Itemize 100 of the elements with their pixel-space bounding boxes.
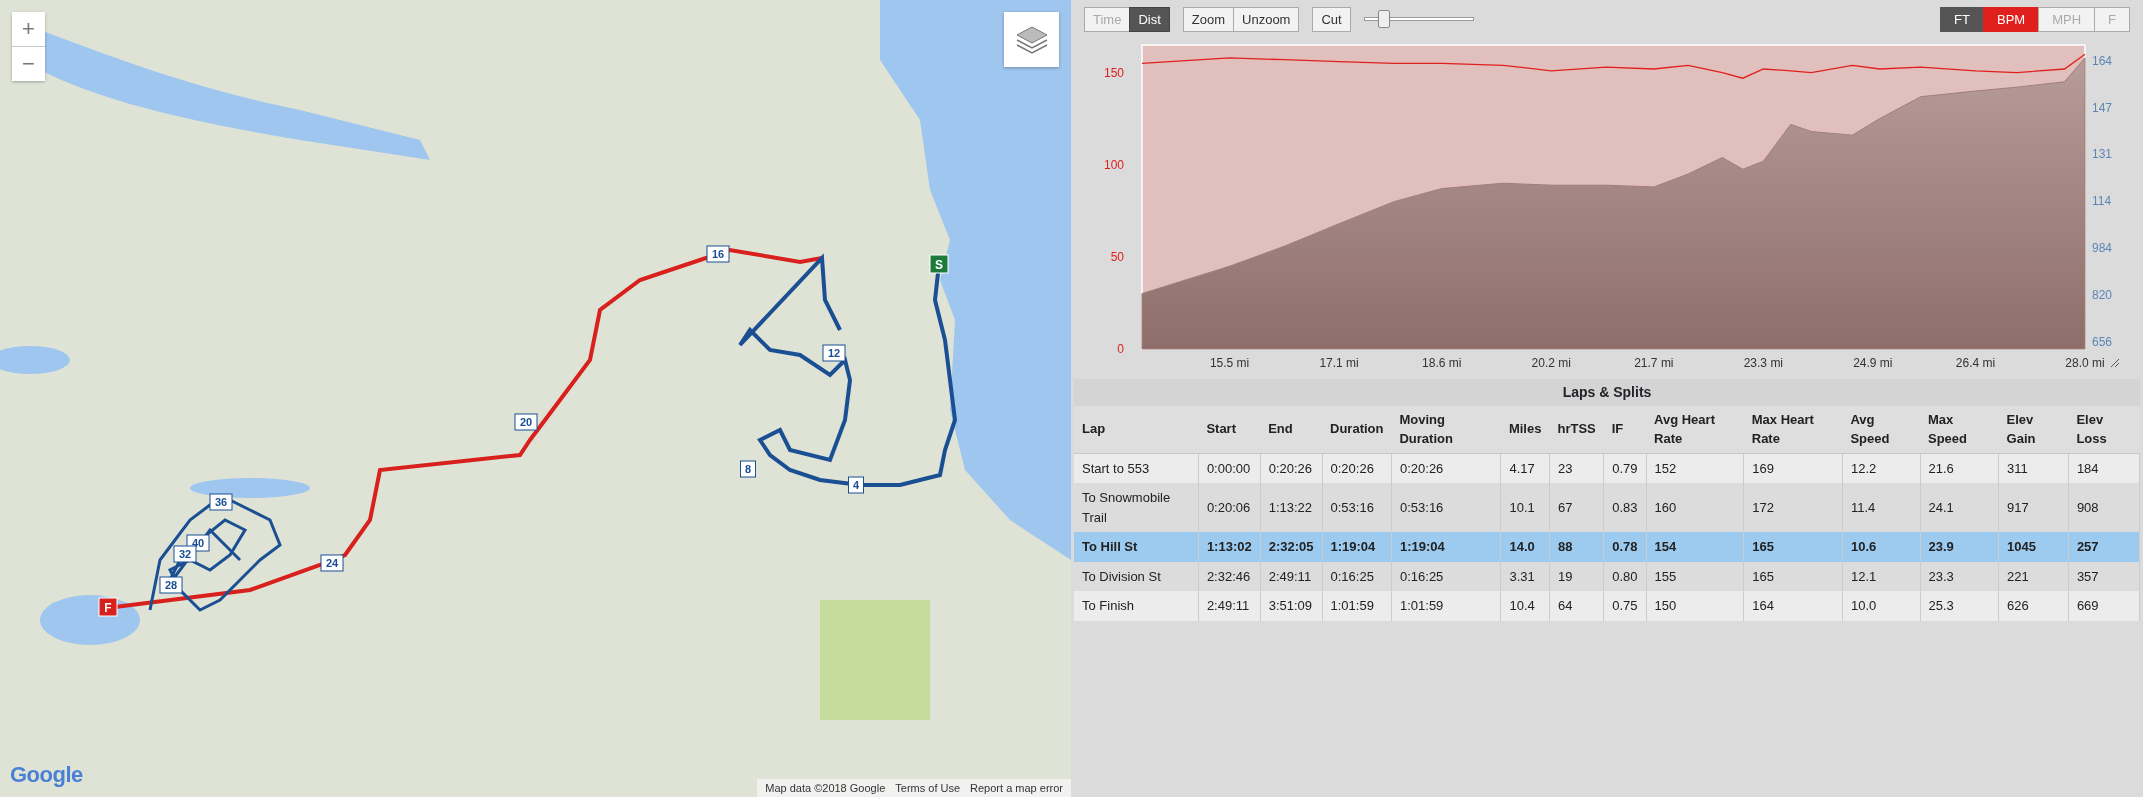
table-cell: 10.0 [1842,591,1920,621]
table-cell: 908 [2068,483,2140,532]
y2-axis-label: 131 [2092,146,2113,161]
y-axis-label: 100 [1103,157,1124,172]
table-cell: 152 [1646,453,1744,483]
table-cell: 23 [1549,453,1604,483]
google-logo: Google [10,761,83,789]
table-cell: 0.78 [1603,532,1647,562]
lap-row[interactable]: To Division St 2:32:46 2:49:11 0:16:25 0:16:25 3.31 19 0.80 155 165 12.1 23.3 221 357 [1074,561,2140,591]
lap-row[interactable]: To Finish 2:49:11 3:51:09 1:01:59 1:01:59 10.4 64 0.75 150 164 10.0 25.3 626 669 [1074,591,2140,621]
x-axis-label: 15.5 mi [1209,355,1250,370]
table-cell: 2:49:11 [1198,591,1261,621]
table-cell: 1:13:22 [1260,483,1322,532]
table-cell: 10.6 [1842,532,1920,562]
table-cell: 1:01:59 [1322,591,1392,621]
table-cell: 0:00:00 [1198,453,1261,483]
table-cell: 172 [1743,483,1843,532]
y-axis-label: 150 [1103,65,1124,80]
table-cell: 165 [1743,532,1843,562]
table-cell: 626 [1998,591,2069,621]
table-cell: 165 [1743,561,1843,591]
x-axis-label: 24.9 mi [1853,355,1893,370]
table-cell: 0:20:26 [1260,453,1322,483]
table-cell: 2:32:05 [1260,532,1322,562]
finish-marker: F [98,597,118,617]
x-axis-label: 17.1 mi [1319,355,1359,370]
y-axis-label: 50 [1110,249,1124,264]
series-toggle-button[interactable]: FT [1940,6,1984,32]
mile-marker: 20 [514,413,538,431]
y2-axis-label: 820 [2092,287,2113,302]
table-cell: 311 [1998,453,2069,483]
table-cell: 155 [1646,561,1744,591]
mile-marker: 4 [848,476,864,494]
table-cell: 917 [1998,483,2069,532]
table-cell: 0:16:25 [1322,561,1392,591]
table-cell: 2:32:46 [1198,561,1261,591]
table-title: Laps & Splits [1074,378,2140,406]
map-link[interactable]: Terms of Use [895,779,961,796]
table-cell: 21.6 [1920,453,1999,483]
slider[interactable] [1363,9,1476,30]
map-link[interactable]: Report a map error [970,779,1063,796]
y2-axis-label: 656 [2092,334,2113,349]
lake-water [0,346,70,374]
table-cell: 169 [1743,453,1843,483]
table-cell: 88 [1549,532,1604,562]
table-cell: 19 [1549,561,1604,591]
table-cell: 0.83 [1603,483,1647,532]
table-cell: 357 [2068,561,2140,591]
table-cell: 0:20:26 [1391,453,1501,483]
series-toggle-button[interactable]: BPM [1983,6,2040,32]
resize-handle-icon[interactable] [2110,358,2120,367]
table-cell: 1:13:02 [1198,532,1261,562]
table-cell: 23.9 [1920,532,1999,562]
table-cell: 2:49:11 [1260,561,1322,591]
lap-row[interactable]: To Hill St 1:13:02 2:32:05 1:19:04 1:19:04 14.0 88 0.78 154 165 10.6 23.9 1045 257 [1074,532,2140,562]
x-axis-label: 28.0 mi [2065,355,2105,370]
table-cell: 12.2 [1842,453,1920,483]
table-cell: 669 [2068,591,2140,621]
table-cell: 160 [1646,483,1744,532]
table-cell: 0:16:25 [1391,561,1501,591]
mile-marker: 16 [706,245,730,263]
table-cell: 1:19:04 [1322,532,1392,562]
table-cell: 64 [1549,591,1604,621]
x-axis-label: 23.3 mi [1743,355,1784,370]
zoom-button[interactable]: Zoom [1182,6,1235,32]
y2-axis-label: 147 [2092,100,2113,114]
table-cell: 10.1 [1500,483,1550,532]
unzoom-button[interactable]: Unzoom [1233,6,1300,32]
table-cell: 3:51:09 [1260,591,1322,621]
table-cell: 11.4 [1842,483,1920,532]
zoom-out-button[interactable]: − [12,47,45,81]
y2-axis-label: 164 [2092,53,2113,68]
layers-button[interactable] [1004,12,1059,67]
table-cell: 0.75 [1603,591,1647,621]
mile-marker: 28 [159,576,183,594]
mile-marker: 8 [740,460,756,478]
table-cell: 1:19:04 [1391,532,1501,562]
table-cell: To Snowmobile Trail [1074,483,1199,532]
lap-row[interactable]: To Snowmobile Trail 0:20:06 1:13:22 0:53:16 0:53:16 10.1 67 0.83 160 172 11.4 24.1 917 908 [1074,483,2140,532]
table-cell: 154 [1646,532,1744,562]
y2-axis-label: 984 [2092,240,2113,255]
map-data-text: Map data ©2018 Google [765,780,886,796]
table-cell: 0:20:06 [1198,483,1261,532]
table-cell: 0:53:16 [1391,483,1501,532]
x-axis-label: 26.4 mi [1955,355,1996,370]
zoom-in-button[interactable]: + [12,12,45,46]
table-cell: 1045 [1998,532,2069,562]
table-cell: 257 [2068,532,2140,562]
y-axis-label: 0 [1117,341,1124,356]
y2-axis-label: 114 [2092,193,2112,208]
table-cell: 24.1 [1920,483,1999,532]
table-cell: 0:53:16 [1322,483,1392,532]
table-cell: 23.3 [1920,561,1999,591]
lap-row[interactable]: Start to 553 0:00:00 0:20:26 0:20:26 0:20:26 4.17 23 0.79 152 169 12.2 21.6 311 184 [1074,453,2140,483]
slider-thumb[interactable] [1378,10,1391,29]
axis-toggle-button[interactable]: Dist [1129,6,1170,32]
table-cell: 150 [1646,591,1744,621]
cut-button[interactable]: Cut [1312,6,1351,32]
table-cell: To Division St [1074,561,1199,591]
x-axis-label: 18.6 mi [1422,355,1462,370]
